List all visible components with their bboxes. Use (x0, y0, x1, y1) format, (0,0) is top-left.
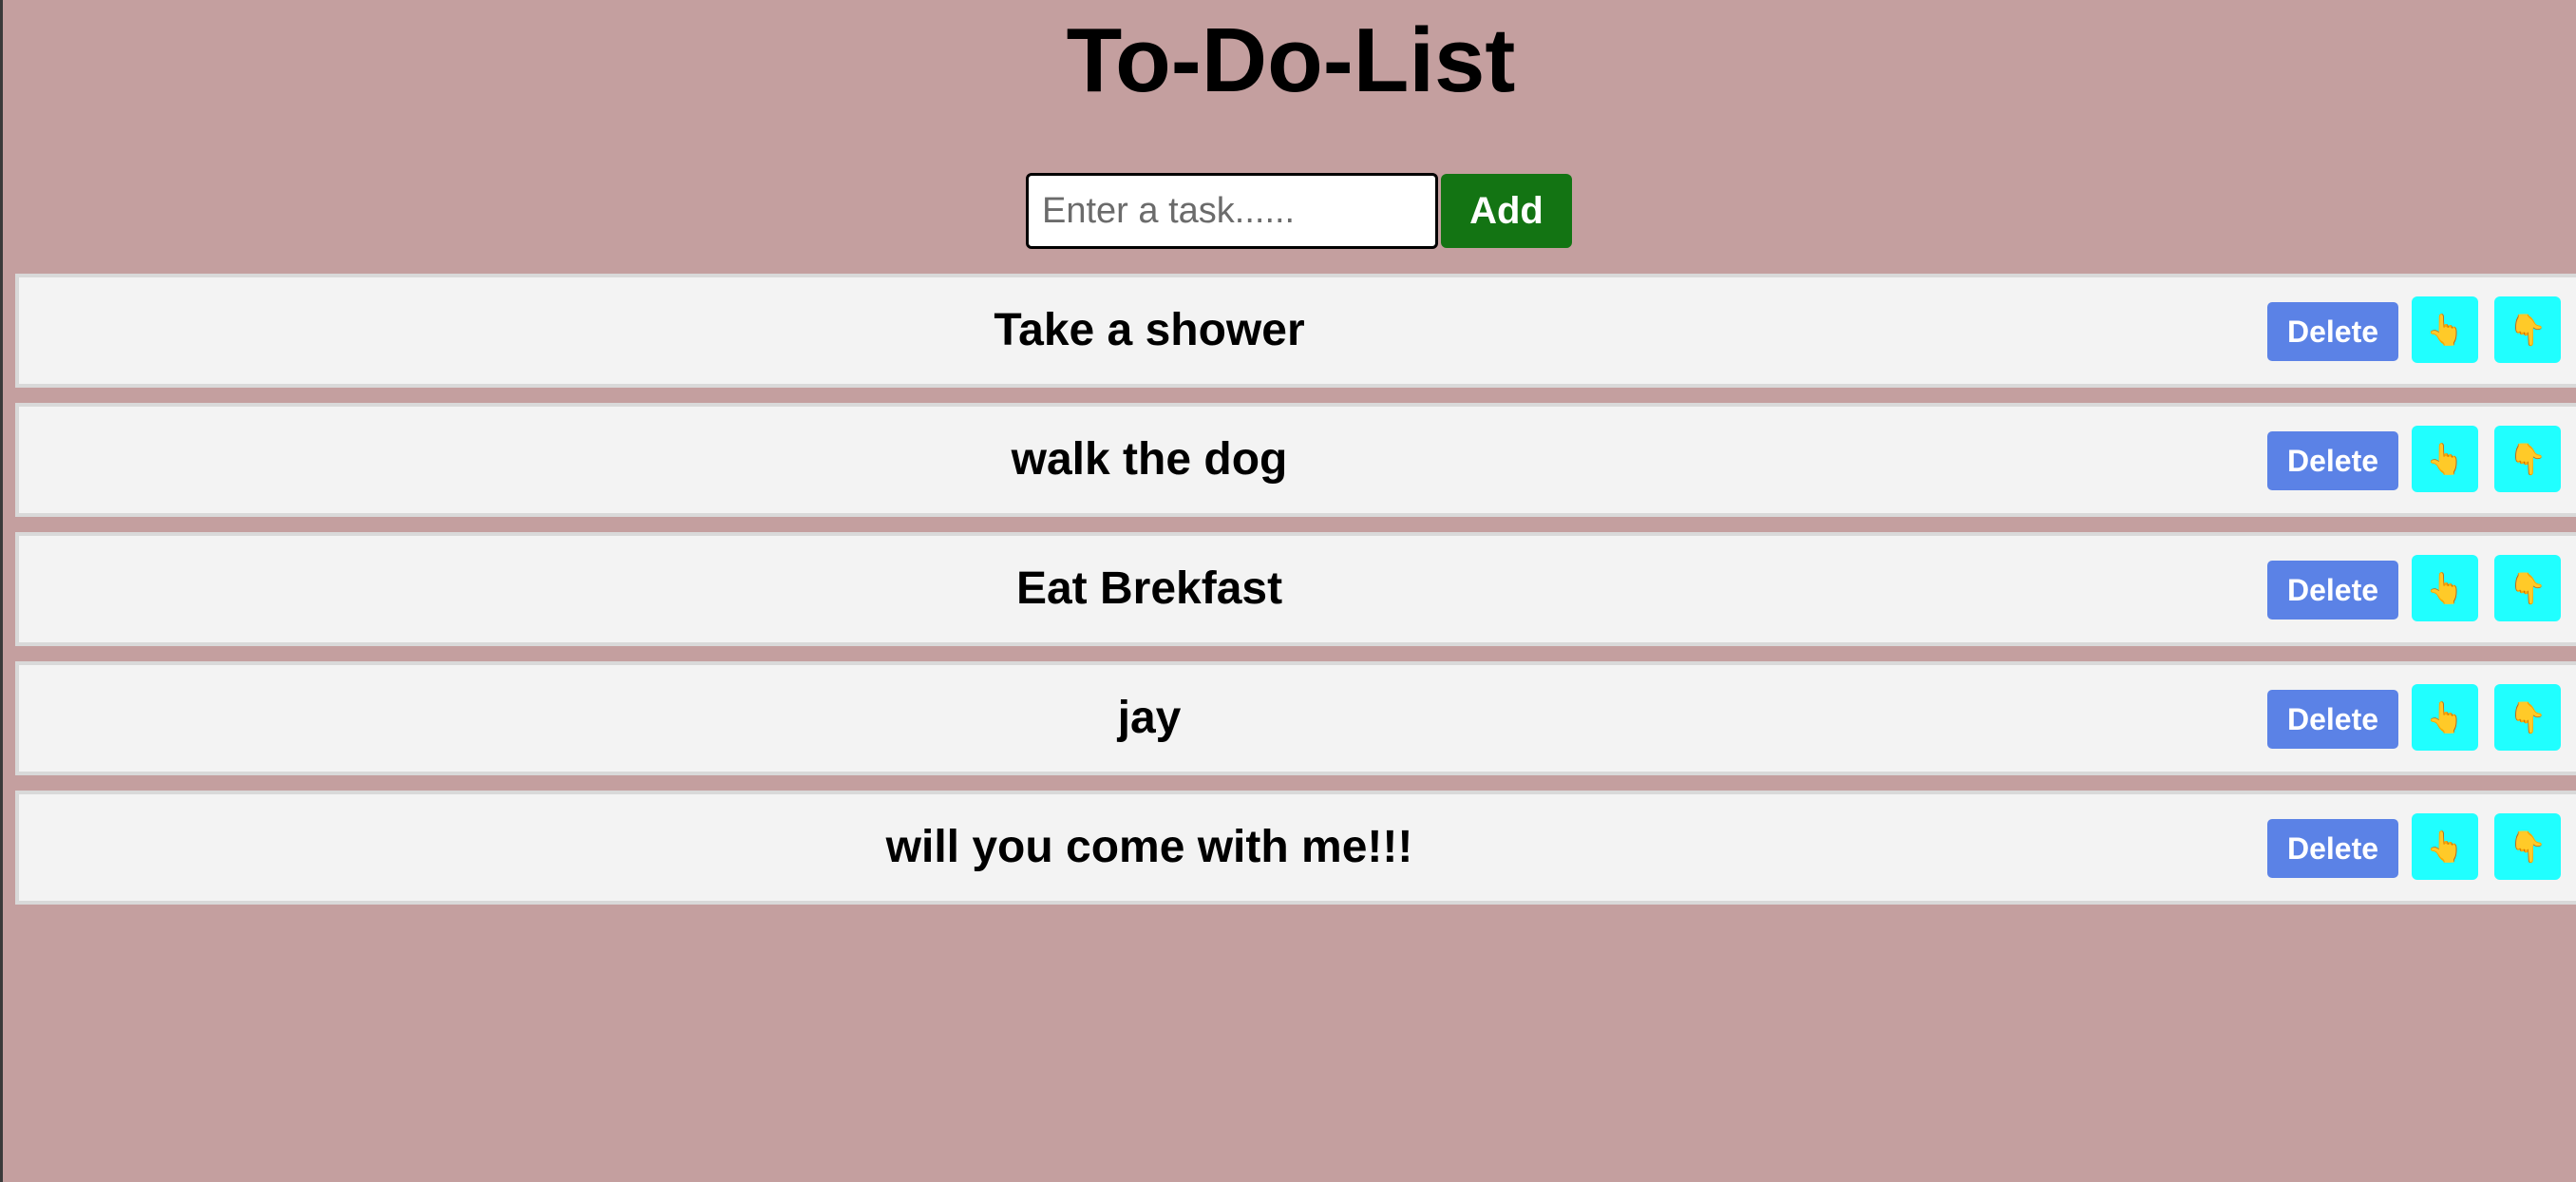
delete-button[interactable]: Delete (2267, 819, 2398, 878)
move-down-icon[interactable]: 👇 (2494, 684, 2561, 751)
delete-button[interactable]: Delete (2267, 431, 2398, 490)
move-down-icon[interactable]: 👇 (2494, 426, 2561, 492)
task-list: Take a shower Delete 👆 👇 walk the dog De… (15, 274, 2576, 920)
task-text: Take a shower (994, 305, 1305, 355)
page-title: To-Do-List (1066, 10, 1516, 111)
delete-button[interactable]: Delete (2267, 690, 2398, 749)
task-input-row: Add (1026, 173, 1572, 249)
move-up-icon[interactable]: 👆 (2412, 813, 2478, 880)
delete-button[interactable]: Delete (2267, 561, 2398, 620)
move-down-icon[interactable]: 👇 (2494, 296, 2561, 363)
task-text: walk the dog (1011, 434, 1288, 485)
task-text: jay (1117, 693, 1182, 743)
delete-button[interactable]: Delete (2267, 302, 2398, 361)
task-row: Eat Brekfast Delete 👆 👇 (15, 532, 2576, 646)
task-row: Take a shower Delete 👆 👇 (15, 274, 2576, 388)
task-input[interactable] (1026, 173, 1438, 249)
task-row: walk the dog Delete 👆 👇 (15, 403, 2576, 517)
move-up-icon[interactable]: 👆 (2412, 684, 2478, 751)
task-row: will you come with me!!! Delete 👆 👇 (15, 791, 2576, 905)
task-text: will you come with me!!! (885, 822, 1413, 872)
move-up-icon[interactable]: 👆 (2412, 296, 2478, 363)
move-up-icon[interactable]: 👆 (2412, 426, 2478, 492)
task-row: jay Delete 👆 👇 (15, 661, 2576, 775)
task-text: Eat Brekfast (1015, 563, 1283, 614)
move-down-icon[interactable]: 👇 (2494, 555, 2561, 621)
move-down-icon[interactable]: 👇 (2494, 813, 2561, 880)
add-button[interactable]: Add (1441, 174, 1572, 248)
move-up-icon[interactable]: 👆 (2412, 555, 2478, 621)
